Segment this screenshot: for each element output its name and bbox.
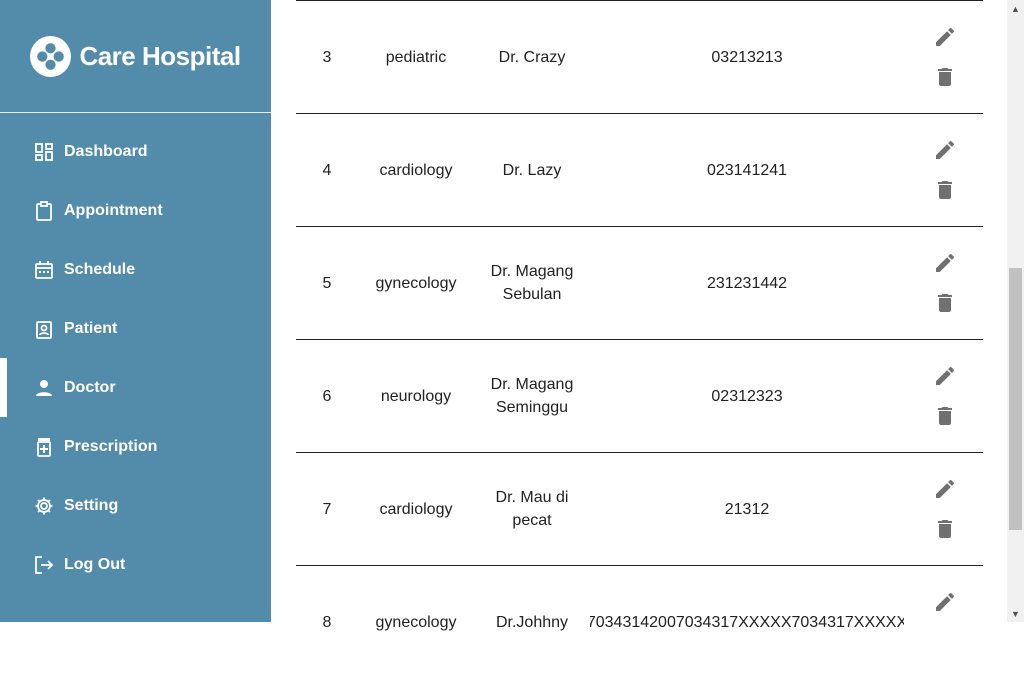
- logout-icon: [34, 555, 54, 575]
- cell-no: 8: [322, 613, 332, 631]
- pencil-edit-icon[interactable]: [933, 590, 957, 614]
- prescription-bottle-icon: [34, 437, 54, 457]
- cell-specialty: gynecology: [375, 274, 457, 292]
- cell-no: 6: [322, 387, 332, 405]
- patient-badge-icon: [34, 319, 54, 339]
- row-actions: [933, 138, 957, 202]
- gear-icon: [34, 496, 54, 516]
- cell-phone: 21312: [724, 500, 770, 518]
- sidebar-item-label: Setting: [64, 496, 119, 514]
- row-actions: [933, 477, 957, 541]
- pencil-edit-icon[interactable]: [933, 364, 957, 388]
- vertical-scrollbar[interactable]: ▲ ▼: [1007, 0, 1024, 622]
- pencil-edit-icon[interactable]: [933, 477, 957, 501]
- cell-specialty: gynecology: [375, 613, 457, 631]
- pencil-edit-icon[interactable]: [933, 138, 957, 162]
- cell-specialty: cardiology: [379, 161, 453, 179]
- sidebar: Care Hospital Dashboard Appointment Sche…: [0, 0, 271, 622]
- dashboard-icon: [34, 142, 54, 162]
- table-row: 5 gynecology Dr. Magang Sebulan 23123144…: [296, 226, 983, 339]
- sidebar-item-appointment[interactable]: Appointment: [0, 181, 271, 240]
- trash-delete-icon[interactable]: [933, 178, 957, 202]
- cell-phone: 023141241: [706, 161, 788, 179]
- table-row: 6 neurology Dr. Magang Seminggu 02312323: [296, 339, 983, 452]
- sidebar-item-label: Dashboard: [64, 142, 148, 160]
- calendar-icon: [34, 260, 54, 280]
- sidebar-item-label: Prescription: [64, 437, 158, 455]
- cell-phone: 02312323: [711, 387, 783, 405]
- cell-no: 5: [322, 274, 332, 292]
- cell-doctor-name: Dr. Lazy: [502, 161, 562, 179]
- trash-delete-icon[interactable]: [933, 404, 957, 428]
- pencil-edit-icon[interactable]: [933, 25, 957, 49]
- cell-specialty: neurology: [380, 387, 452, 405]
- sidebar-item-label: Schedule: [64, 260, 136, 278]
- row-actions: [933, 251, 957, 315]
- sidebar-nav: Dashboard Appointment Schedule Patient D…: [0, 122, 271, 594]
- pencil-edit-icon[interactable]: [933, 251, 957, 275]
- cell-phone: 70343142007034317XXXXX7034317XXXXX: [590, 613, 904, 631]
- sidebar-item-patient[interactable]: Patient: [0, 299, 271, 358]
- cell-doctor-name: Dr. Magang Seminggu: [490, 376, 574, 416]
- cell-doctor-name: Dr.Johhny: [495, 613, 569, 631]
- row-actions: [933, 364, 957, 428]
- brand-name: Care Hospital: [79, 40, 241, 71]
- sidebar-item-label: Log Out: [64, 555, 126, 573]
- sidebar-item-label: Appointment: [64, 201, 163, 219]
- cell-phone: 03213213: [711, 48, 783, 66]
- cell-no: 4: [322, 161, 332, 179]
- sidebar-item-doctor[interactable]: Doctor: [0, 358, 271, 417]
- sidebar-item-label: Doctor: [64, 378, 116, 396]
- table-row: 7 cardiology Dr. Mau di pecat 21312: [296, 452, 983, 565]
- scrollbar-thumb[interactable]: [1009, 268, 1022, 530]
- trash-delete-icon[interactable]: [933, 65, 957, 89]
- table-row: 4 cardiology Dr. Lazy 023141241: [296, 113, 983, 226]
- sidebar-item-setting[interactable]: Setting: [0, 476, 271, 535]
- scroll-up-icon[interactable]: ▲: [1007, 0, 1024, 17]
- table-row: 3 pediatric Dr. Crazy 03213213: [296, 0, 983, 113]
- sidebar-item-logout[interactable]: Log Out: [0, 535, 271, 594]
- doctor-table: 3 pediatric Dr. Crazy 03213213 4 cardiol…: [296, 0, 983, 631]
- sidebar-item-dashboard[interactable]: Dashboard: [0, 122, 271, 181]
- brand[interactable]: Care Hospital: [0, 0, 271, 113]
- row-actions: [933, 25, 957, 89]
- trash-delete-icon[interactable]: [933, 291, 957, 315]
- sidebar-item-prescription[interactable]: Prescription: [0, 417, 271, 476]
- scroll-down-icon[interactable]: ▼: [1007, 605, 1024, 622]
- cell-doctor-name: Dr. Mau di pecat: [495, 489, 569, 529]
- cell-doctor-name: Dr. Magang Sebulan: [490, 263, 574, 303]
- cell-phone: 231231442: [706, 274, 788, 292]
- sidebar-item-label: Patient: [64, 319, 118, 337]
- cell-doctor-name: Dr. Crazy: [498, 48, 566, 66]
- cell-no: 3: [322, 48, 332, 66]
- row-actions: [933, 590, 957, 614]
- sidebar-item-schedule[interactable]: Schedule: [0, 240, 271, 299]
- clipboard-icon: [34, 200, 54, 221]
- cell-specialty: pediatric: [385, 48, 447, 66]
- trash-delete-icon[interactable]: [933, 517, 957, 541]
- cell-no: 7: [322, 500, 332, 518]
- plus-cross-logo-icon: [30, 35, 72, 77]
- person-icon: [34, 378, 54, 398]
- cell-specialty: cardiology: [379, 500, 453, 518]
